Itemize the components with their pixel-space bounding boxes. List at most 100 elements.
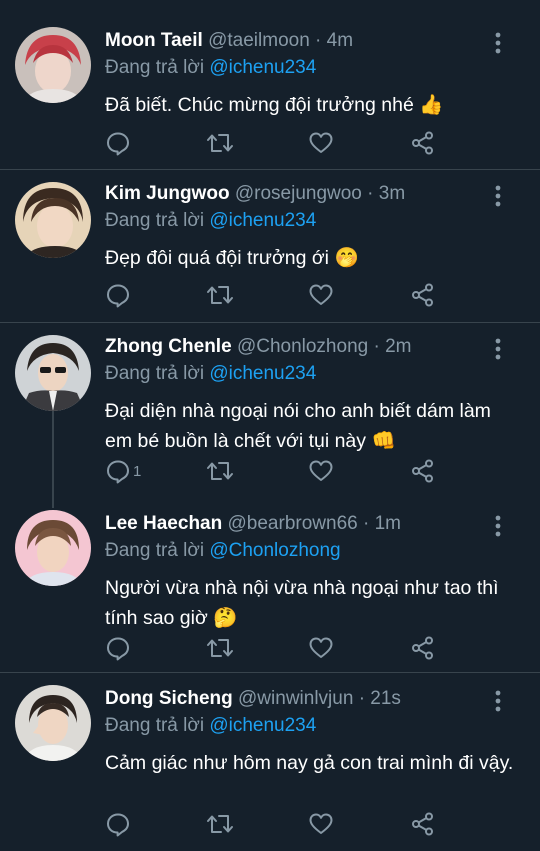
tweet-text-body: Người vừa nhà nội vừa nhà ngoại như tao … [105,577,499,629]
user-handle[interactable]: @taeilmoon [208,30,310,51]
replying-to-label: Đang trả lời [105,540,205,561]
mention-link[interactable]: @ichenu234 [209,363,316,384]
retweet-icon [205,635,235,661]
reply-icon [105,282,131,308]
share-button[interactable] [410,281,436,309]
reply-button[interactable] [105,634,133,662]
heart-icon [308,635,334,661]
reply-icon [105,130,131,156]
avatar[interactable] [15,182,91,258]
display-name[interactable]: Kim Jungwoo [105,183,230,204]
separator-dot: · [358,688,366,709]
more-vertical-icon[interactable] [494,185,502,207]
retweet-button[interactable] [205,129,235,157]
heart-icon [308,130,334,156]
timestamp[interactable]: 1m [375,513,401,534]
tweet-text-body: Cảm giác như hôm nay gả con trai mình đi… [105,752,514,774]
avatar[interactable] [15,335,91,411]
replying-to-label: Đang trả lời [105,715,205,736]
share-icon [410,635,436,661]
reply-icon [105,811,131,837]
reply-icon [105,458,131,484]
tweet-text: Người vừa nhà nội vừa nhà ngoại như tao … [105,573,520,633]
like-button[interactable] [308,457,334,485]
tweet-header: Moon Taeil @taeilmoon · 4m [105,29,520,53]
tweet[interactable]: Moon Taeil @taeilmoon · 4m Đang trả lời … [0,0,540,170]
tweet[interactable]: Kim Jungwoo @rosejungwoo · 3m Đang trả l… [0,170,540,323]
tweet-actions [105,281,435,309]
heart-icon [308,282,334,308]
display-name[interactable]: Dong Sicheng [105,688,233,709]
share-button[interactable] [410,634,436,662]
retweet-button[interactable] [205,281,235,309]
tweet-header: Zhong Chenle @Chonlozhong · 2m [105,335,520,359]
user-handle[interactable]: @bearbrown66 [228,513,358,534]
timestamp[interactable]: 3m [379,183,405,204]
display-name[interactable]: Zhong Chenle [105,336,232,357]
retweet-button[interactable] [205,810,235,838]
timestamp[interactable]: 2m [385,336,411,357]
tweet[interactable]: Lee Haechan @bearbrown66 · 1m Đang trả l… [0,498,540,673]
replying-to: Đang trả lời @Chonlozhong [105,539,520,563]
share-button[interactable] [410,810,436,838]
like-button[interactable] [308,634,334,662]
retweet-icon [205,130,235,156]
reply-button[interactable] [105,281,133,309]
replying-to-label: Đang trả lời [105,210,205,231]
mention-link[interactable]: @ichenu234 [209,57,316,78]
retweet-button[interactable] [205,634,235,662]
avatar[interactable] [15,510,91,586]
mention-link[interactable]: @ichenu234 [209,715,316,736]
more-vertical-icon[interactable] [494,515,502,537]
more-vertical-icon[interactable] [494,32,502,54]
separator-dot: · [315,30,322,51]
tweet-header: Kim Jungwoo @rosejungwoo · 3m [105,182,520,206]
like-button[interactable] [308,810,334,838]
replying-to: Đang trả lời @ichenu234 [105,362,520,386]
more-vertical-icon[interactable] [494,690,502,712]
display-name[interactable]: Lee Haechan [105,513,222,534]
more-vertical-icon[interactable] [494,338,502,360]
separator-dot: · [373,336,380,357]
share-icon [410,130,436,156]
retweet-button[interactable] [205,457,235,485]
retweet-icon [205,282,235,308]
tweet-text: Đã biết. Chúc mừng đội trưởng nhé 👍 [105,90,520,120]
tweet-actions [105,634,435,662]
tweet-actions: 1 [105,457,435,485]
reply-feed: Moon Taeil @taeilmoon · 4m Đang trả lời … [0,0,540,851]
replying-to: Đang trả lời @ichenu234 [105,714,520,738]
reply-count: 1 [133,462,142,480]
reply-button[interactable] [105,810,133,838]
mention-link[interactable]: @Chonlozhong [209,540,340,561]
tweet-text-body: Đã biết. Chúc mừng đội trưởng nhé [105,94,414,116]
reply-button[interactable] [105,129,133,157]
avatar[interactable] [15,27,91,103]
share-button[interactable] [410,457,436,485]
mention-link[interactable]: @ichenu234 [209,210,316,231]
display-name[interactable]: Moon Taeil [105,30,203,51]
user-handle[interactable]: @rosejungwoo [235,183,362,204]
tweet-header: Dong Sicheng @winwinlvjun · 21s [105,687,520,711]
user-handle[interactable]: @Chonlozhong [237,336,368,357]
replying-to-label: Đang trả lời [105,57,205,78]
share-button[interactable] [410,129,436,157]
share-icon [410,282,436,308]
like-button[interactable] [308,129,334,157]
reply-button[interactable]: 1 [105,457,141,485]
tweet-text-body: Đẹp đôi quá đội trưởng ới [105,247,330,269]
timestamp[interactable]: 4m [327,30,353,51]
tweet[interactable]: Dong Sicheng @winwinlvjun · 21s Đang trả… [0,673,540,851]
share-icon [410,811,436,837]
tweet-text-body: Đại diện nhà ngoại nói cho anh biết dám … [105,400,491,452]
retweet-icon [205,811,235,837]
user-handle[interactable]: @winwinlvjun [238,688,353,709]
like-button[interactable] [308,281,334,309]
retweet-icon [205,458,235,484]
tweet-text: Cảm giác như hôm nay gả con trai mình đi… [105,748,520,778]
timestamp[interactable]: 21s [370,688,401,709]
tweet-actions [105,129,435,157]
tweet[interactable]: Zhong Chenle @Chonlozhong · 2m Đang trả … [0,323,540,498]
replying-to-label: Đang trả lời [105,363,205,384]
avatar[interactable] [15,685,91,761]
